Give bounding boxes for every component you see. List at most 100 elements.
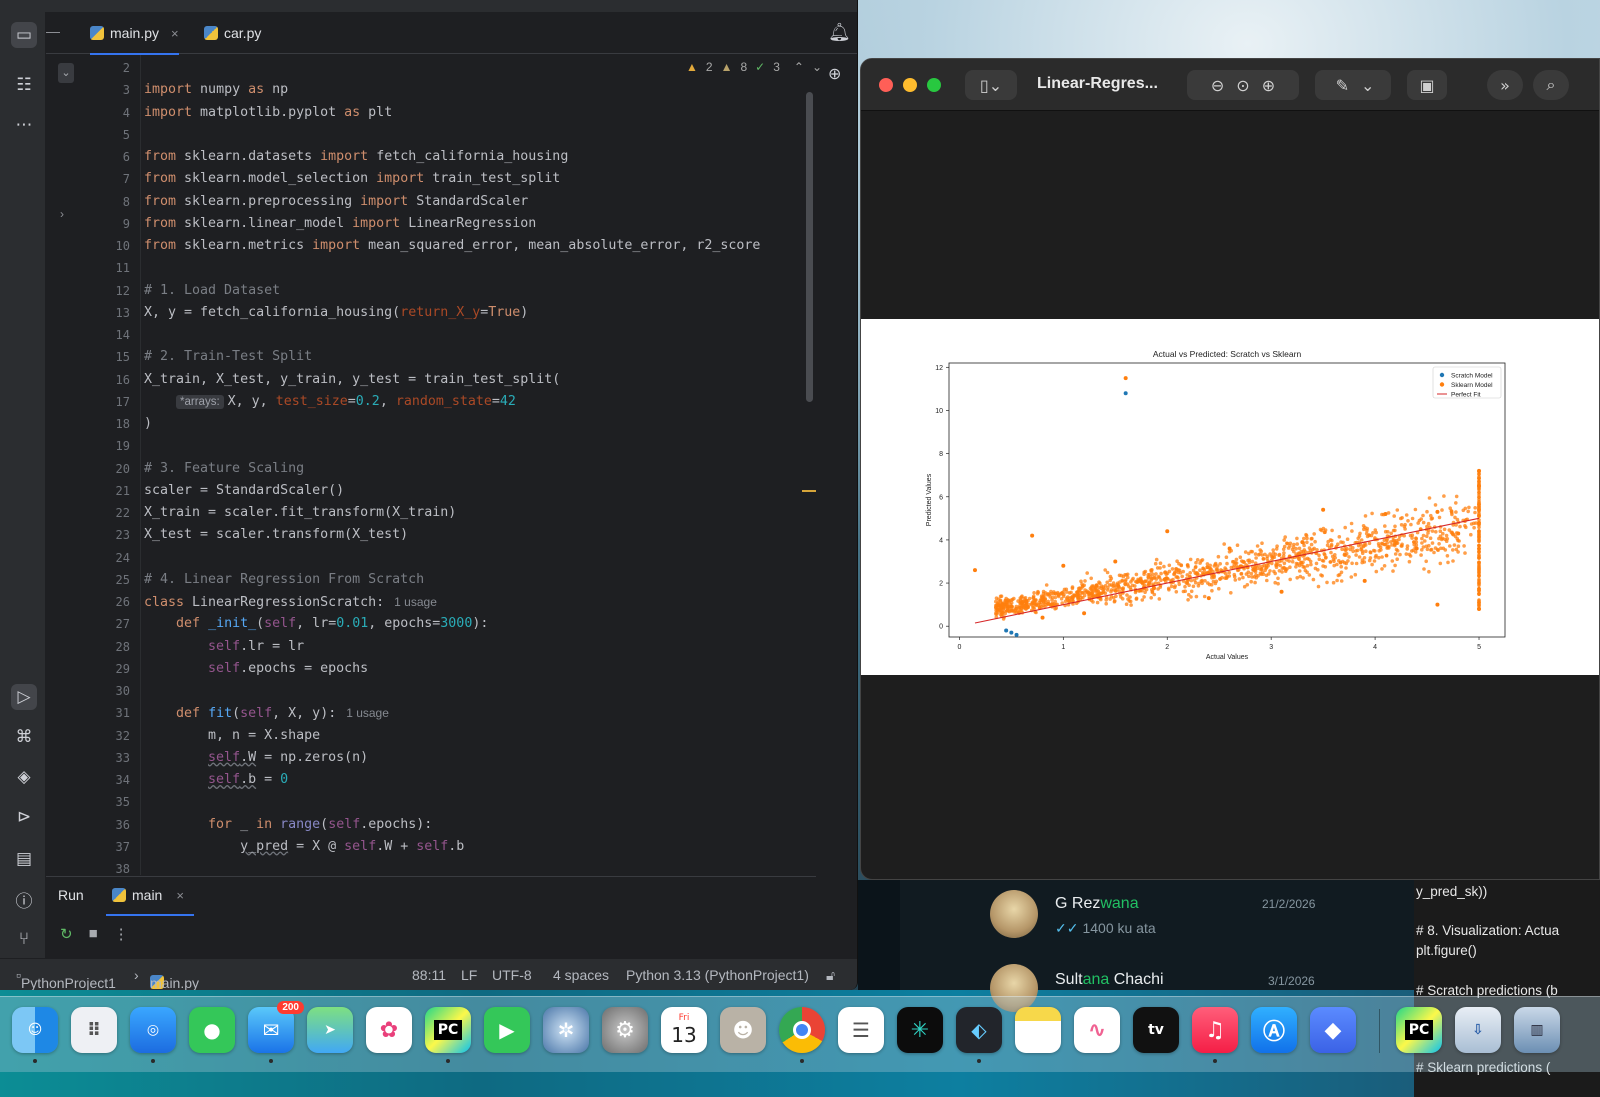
indent-setting[interactable]: 4 spaces bbox=[553, 967, 609, 983]
run-icon[interactable]: ▷ bbox=[11, 684, 37, 710]
code-line[interactable]: from sklearn.model_selection import trai… bbox=[144, 168, 560, 190]
code-line[interactable]: X_test = scaler.transform(X_test) bbox=[144, 524, 408, 546]
notifications-bell-icon[interactable]: 🔔︎ bbox=[828, 22, 851, 43]
editor-scrollbar[interactable] bbox=[806, 92, 813, 402]
apple-tv-icon[interactable]: tv bbox=[1133, 1007, 1179, 1053]
inspection-widget[interactable]: ▲ 2 ▲ 8 ✓ 3 ⌃ ⌄ bbox=[686, 60, 822, 74]
code-line[interactable]: from sklearn.preprocessing import Standa… bbox=[144, 191, 528, 213]
close-icon[interactable]: × bbox=[176, 888, 184, 903]
code-line[interactable]: y_pred = X @ self.W + self.b bbox=[144, 836, 464, 858]
code-line[interactable]: # 4. Linear Regression From Scratch bbox=[144, 569, 424, 591]
app-store-icon[interactable]: Ⓐ bbox=[1251, 1007, 1297, 1053]
code-line[interactable]: def fit(self, X, y): 1 usage bbox=[144, 702, 389, 725]
facetime-icon[interactable]: ▶ bbox=[484, 1007, 530, 1053]
launchpad-icon[interactable]: ⠿ bbox=[71, 1007, 117, 1053]
chevron-up-icon[interactable]: ⌃ bbox=[794, 60, 804, 74]
code-line[interactable]: import matplotlib.pyplot as plt bbox=[144, 102, 392, 124]
close-icon[interactable]: × bbox=[171, 26, 179, 41]
code-line[interactable]: scaler = StandardScaler() bbox=[144, 480, 344, 502]
messages-icon[interactable]: ● bbox=[189, 1007, 235, 1053]
problems-icon[interactable]: ⓘ bbox=[11, 886, 37, 912]
code-line[interactable]: # 2. Train-Test Split bbox=[144, 346, 312, 368]
pycharm-icon[interactable]: PC bbox=[1396, 1007, 1442, 1053]
rerun-icon[interactable]: ↻ bbox=[60, 925, 73, 943]
tab-car-py[interactable]: car.py bbox=[204, 12, 261, 54]
code-line[interactable]: self.epochs = epochs bbox=[144, 658, 368, 680]
line-separator[interactable]: LF bbox=[461, 967, 477, 983]
code-line[interactable]: from sklearn.datasets import fetch_calif… bbox=[144, 146, 568, 168]
structure-icon[interactable]: ☷ bbox=[11, 72, 37, 98]
python-interpreter[interactable]: Python 3.13 (PythonProject1) bbox=[626, 967, 809, 983]
terminal-icon[interactable]: ▤ bbox=[11, 846, 37, 872]
zoom-in-icon[interactable]: ⊕ bbox=[1262, 76, 1275, 95]
run-tab-main[interactable]: main × bbox=[106, 887, 194, 916]
minimize-icon[interactable] bbox=[46, 32, 60, 33]
code-line[interactable]: X, y = fetch_california_housing(return_X… bbox=[144, 302, 528, 324]
calendar-icon[interactable]: Fri 13 bbox=[661, 1007, 707, 1053]
project-folder-icon[interactable]: ▭ bbox=[11, 22, 37, 48]
stop-icon[interactable]: ■ bbox=[89, 925, 98, 943]
reminders-icon[interactable]: ☰ bbox=[838, 1007, 884, 1053]
code-line[interactable]: for _ in range(self.epochs): bbox=[144, 814, 432, 836]
notes-icon[interactable] bbox=[1015, 1007, 1061, 1053]
perplexity-icon[interactable]: ✳ bbox=[897, 1007, 943, 1053]
code-line[interactable]: self.W = np.zeros(n) bbox=[144, 747, 368, 769]
chat-name-1[interactable]: G Rezwana bbox=[1055, 895, 1139, 913]
pycharm-icon[interactable]: PC bbox=[425, 1007, 471, 1053]
code-line[interactable]: # 1. Load Dataset bbox=[144, 280, 280, 302]
project-breadcrumb[interactable]: ▫ PythonProject1 bbox=[16, 967, 116, 990]
file-encoding[interactable]: UTF-8 bbox=[492, 967, 532, 983]
roblox-icon[interactable]: ◆ bbox=[1310, 1007, 1356, 1053]
code-line[interactable]: m, n = X.shape bbox=[144, 725, 320, 747]
zoom-window-button[interactable] bbox=[927, 78, 941, 92]
cursor-icon[interactable]: ⬖ bbox=[956, 1007, 1002, 1053]
xcode-icon[interactable]: ✲ bbox=[543, 1007, 589, 1053]
trash-icon[interactable]: ▥ bbox=[1514, 1007, 1560, 1053]
code-editor[interactable]: ⌄ › 2 3 4 5 6 7 8 9 10 11 12 13 14 15 16 17 18 19 20 21 22 23… bbox=[46, 55, 816, 875]
code-line[interactable]: class LinearRegressionScratch: 1 usage bbox=[144, 591, 437, 614]
chat-name-2[interactable]: Sultana Chachi bbox=[1055, 971, 1164, 989]
code-line[interactable]: X_train = scaler.fit_transform(X_train) bbox=[144, 502, 456, 524]
safari-icon[interactable]: ◎ bbox=[130, 1007, 176, 1053]
chrome-icon[interactable] bbox=[779, 1007, 825, 1053]
minimize-window-button[interactable] bbox=[903, 78, 917, 92]
code-line[interactable]: import numpy as np bbox=[144, 79, 288, 101]
git-icon[interactable]: ⑂ bbox=[11, 926, 37, 952]
python-packages-icon[interactable]: ◈ bbox=[11, 764, 37, 790]
pen-icon[interactable]: ✎ bbox=[1336, 76, 1349, 95]
actual-size-icon[interactable]: ⊙ bbox=[1236, 76, 1249, 95]
code-line[interactable]: ) bbox=[144, 413, 152, 435]
code-line[interactable]: X_train, X_test, y_train, y_test = train… bbox=[144, 369, 560, 391]
sidebar-toggle-button[interactable]: ▯⌄ bbox=[965, 70, 1017, 100]
more-icon[interactable]: ⋯ bbox=[11, 112, 37, 138]
chevron-down-icon[interactable]: ⌄ bbox=[1361, 76, 1374, 95]
ai-assistant-icon[interactable]: ⊕ bbox=[828, 64, 841, 84]
code-line[interactable]: from sklearn.linear_model import LinearR… bbox=[144, 213, 536, 235]
music-icon[interactable]: ♫ bbox=[1192, 1007, 1238, 1053]
services-icon[interactable]: ⊳ bbox=[11, 804, 37, 830]
more-options-icon[interactable]: ⋮ bbox=[114, 925, 129, 943]
close-window-button[interactable] bbox=[879, 78, 893, 92]
system-settings-icon[interactable]: ⚙ bbox=[602, 1007, 648, 1053]
mail-icon[interactable]: ✉ 200 bbox=[248, 1001, 304, 1053]
chevron-down-icon[interactable]: ⌄ bbox=[812, 60, 822, 74]
contacts-icon[interactable]: ☻ bbox=[720, 1007, 766, 1053]
lock-icon[interactable]: 🔓︎ bbox=[826, 967, 835, 984]
code-line[interactable]: def _init_(self, lr=0.01, epochs=3000): bbox=[144, 613, 488, 635]
finder-icon[interactable]: ☺ bbox=[12, 1007, 58, 1053]
code-line[interactable]: self.b = 0 bbox=[144, 769, 288, 791]
more-tools-button[interactable]: » bbox=[1487, 70, 1523, 100]
code-line[interactable]: self.lr = lr bbox=[144, 636, 304, 658]
avatar[interactable] bbox=[990, 890, 1038, 938]
inspector-button[interactable]: ▣ bbox=[1407, 70, 1447, 100]
code-line[interactable]: # 3. Feature Scaling bbox=[144, 458, 304, 480]
zoom-out-icon[interactable]: ⊖ bbox=[1211, 76, 1224, 95]
caret-position[interactable]: 88:11 bbox=[412, 967, 446, 983]
python-console-icon[interactable]: ⌘ bbox=[11, 724, 37, 750]
chevron-down-icon[interactable]: ⌄ bbox=[58, 63, 74, 83]
downloads-folder-icon[interactable]: ⇩ bbox=[1455, 1007, 1501, 1053]
chevron-right-icon[interactable]: › bbox=[60, 207, 64, 221]
warning-stripe-marker[interactable] bbox=[802, 490, 816, 492]
freeform-icon[interactable]: ∿ bbox=[1074, 1007, 1120, 1053]
tab-main-py[interactable]: main.py × bbox=[90, 12, 179, 55]
